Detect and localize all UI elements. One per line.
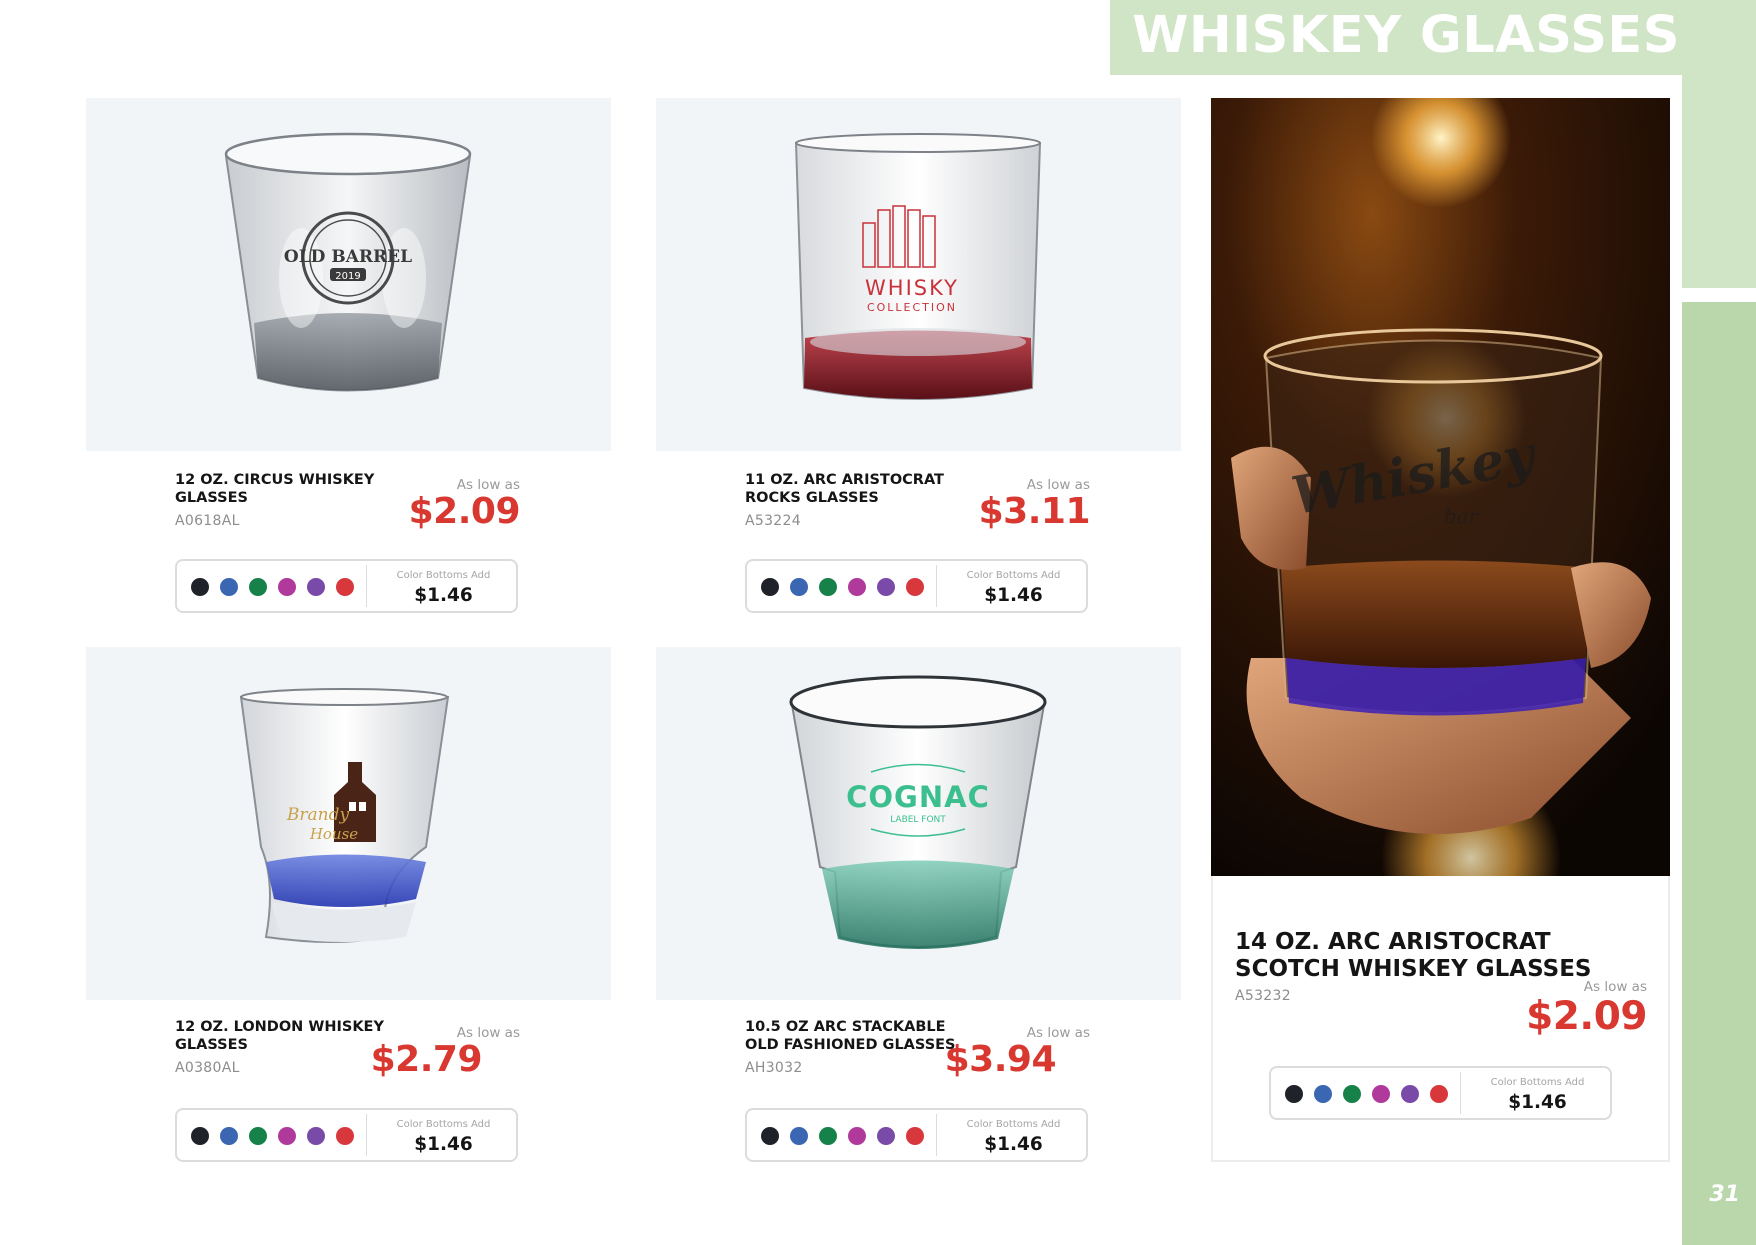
swatch-magenta[interactable] [848,578,866,596]
divider [936,1114,937,1156]
circus-glass-illustration: OLD BARREL 2019 [224,132,472,392]
swatch-purple[interactable] [307,1127,325,1145]
swatch-black[interactable] [1285,1085,1303,1103]
product-price: $2.79 [370,1039,483,1080]
swatch-purple[interactable] [877,1127,895,1145]
product-sku: AH3032 [745,1060,803,1076]
color-swatches [191,578,354,596]
color-bottoms-price: $1.46 [984,1134,1043,1155]
color-bottoms-price: $1.46 [414,585,473,606]
color-bottoms-label: Color Bottoms Add [396,570,491,581]
product-image-aristocrat-rocks[interactable]: WHISKY COLLECTION [656,98,1181,451]
color-bottoms-price: $1.46 [984,585,1043,606]
london-imprint-text: Brandy [286,805,350,825]
stackable-imprint-text: COGNAC [846,780,990,814]
swatch-black[interactable] [761,1127,779,1145]
product-price: $2.09 [408,491,521,532]
swatch-purple[interactable] [307,578,325,596]
color-bottoms-box[interactable]: Color Bottoms Add $1.46 [175,1108,518,1162]
color-swatches [1285,1085,1448,1103]
featured-price: $2.09 [1526,994,1647,1039]
swatch-magenta[interactable] [848,1127,866,1145]
featured-name: 14 OZ. ARC ARISTOCRAT SCOTCH WHISKEY GLA… [1235,929,1592,982]
page-title: WHISKEY GLASSES [1132,6,1680,65]
swatch-green[interactable] [249,1127,267,1145]
swatch-red[interactable] [1430,1085,1448,1103]
featured-sku: A53232 [1235,988,1291,1004]
swatch-magenta[interactable] [278,578,296,596]
stackable-glass-illustration: COGNAC LABEL FONT [789,675,1047,949]
color-bottoms-price: $1.46 [1508,1092,1567,1113]
page-number: 31 [1709,1182,1740,1207]
swatch-blue[interactable] [790,578,808,596]
london-glass-illustration: Brandy House [239,688,450,943]
color-swatches [761,578,924,596]
rocks-imprint-sub: COLLECTION [867,301,957,314]
color-swatches [761,1127,924,1145]
color-bottoms-label: Color Bottoms Add [966,570,1061,581]
color-swatches [191,1127,354,1145]
color-bottoms-label: Color Bottoms Add [1490,1077,1585,1088]
header-band: WHISKEY GLASSES [1110,0,1756,75]
product-price: $3.94 [944,1039,1057,1080]
divider [936,565,937,607]
swatch-black[interactable] [761,578,779,596]
swatch-red[interactable] [336,578,354,596]
color-bottoms-price: $1.46 [414,1134,473,1155]
product-price: $3.11 [978,491,1091,532]
rocks-glass-illustration: WHISKY COLLECTION [794,133,1042,400]
divider [1460,1072,1461,1114]
swatch-red[interactable] [906,578,924,596]
swatch-green[interactable] [1343,1085,1361,1103]
swatch-blue[interactable] [790,1127,808,1145]
swatch-black[interactable] [191,1127,209,1145]
color-bottoms-box[interactable]: Color Bottoms Add $1.46 [1269,1066,1612,1120]
side-accent-top [1682,75,1756,288]
swatch-green[interactable] [249,578,267,596]
swatch-red[interactable] [336,1127,354,1145]
color-bottoms-box[interactable]: Color Bottoms Add $1.46 [745,1108,1088,1162]
color-bottoms-label: Color Bottoms Add [966,1119,1061,1130]
swatch-blue[interactable] [220,578,238,596]
swatch-magenta[interactable] [278,1127,296,1145]
color-bottoms-box[interactable]: Color Bottoms Add $1.46 [745,559,1088,613]
divider [366,1114,367,1156]
color-bottoms-box[interactable]: Color Bottoms Add $1.46 [175,559,518,613]
featured-as-low-as: As low as [1583,979,1647,995]
side-accent-bottom [1682,302,1756,1245]
stackable-imprint-sub: LABEL FONT [890,815,946,825]
product-image-circus[interactable]: OLD BARREL 2019 [86,98,611,451]
featured-hand-glass-illustration: Whiskey bar [1211,98,1670,876]
swatch-black[interactable] [191,578,209,596]
swatch-magenta[interactable] [1372,1085,1390,1103]
featured-imprint-sub: bar [1444,504,1480,528]
product-sku: A0380AL [175,1060,240,1076]
product-image-london[interactable]: Brandy House [86,647,611,1000]
color-bottoms-label: Color Bottoms Add [396,1119,491,1130]
featured-card: 14 OZ. ARC ARISTOCRAT SCOTCH WHISKEY GLA… [1211,876,1670,1162]
featured-photo[interactable]: Whiskey bar [1211,98,1670,876]
swatch-blue[interactable] [1314,1085,1332,1103]
rocks-imprint-text: WHISKY [865,276,959,300]
swatch-green[interactable] [819,1127,837,1145]
swatch-green[interactable] [819,578,837,596]
product-sku: A0618AL [175,513,240,529]
divider [366,565,367,607]
swatch-red[interactable] [906,1127,924,1145]
product-sku: A53224 [745,513,801,529]
product-image-stackable[interactable]: COGNAC LABEL FONT [656,647,1181,1000]
circus-imprint-text: OLD BARREL [284,247,412,267]
circus-imprint-year: 2019 [335,271,360,282]
swatch-blue[interactable] [220,1127,238,1145]
swatch-purple[interactable] [877,578,895,596]
london-imprint-sub: House [309,825,358,843]
swatch-purple[interactable] [1401,1085,1419,1103]
